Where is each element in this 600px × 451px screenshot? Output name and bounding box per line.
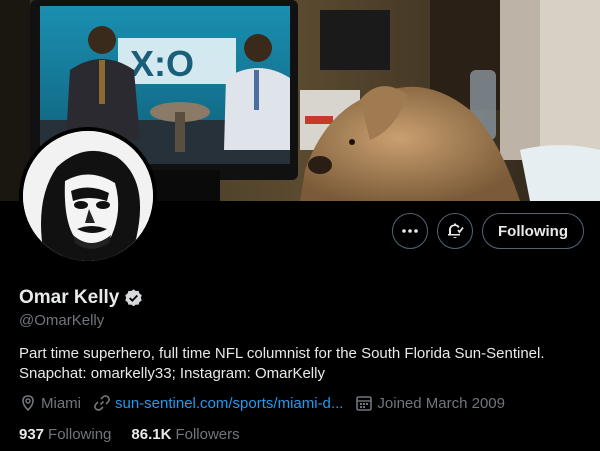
location-pin-icon [22, 395, 34, 412]
profile-meta: Miami sun-sentinel.com/sports/miami-d...… [19, 394, 517, 412]
joined-text: Joined March 2009 [377, 394, 505, 412]
bio-line: Part time superhero, full time NFL colum… [19, 345, 545, 362]
following-button[interactable]: Following [482, 213, 584, 249]
verified-badge-icon[interactable] [123, 288, 144, 309]
location-text: Miami [41, 394, 81, 412]
profile-handle: @OmarKelly [19, 312, 105, 329]
profile-name-row: Omar Kelly [19, 287, 144, 309]
bio-line: Snapchat: omarkelly33; Instagram: OmarKe… [19, 365, 325, 382]
followers-count-link[interactable]: 86.1K Followers [131, 426, 239, 443]
link-icon [94, 395, 110, 411]
following-label: Following [48, 426, 112, 443]
following-count-link[interactable]: 937 Following [19, 426, 111, 443]
tv-logo-text: X:O [130, 43, 194, 84]
website-item[interactable]: sun-sentinel.com/sports/miami-d... [93, 394, 343, 412]
follow-counts: 937 Following 86.1K Followers [19, 426, 260, 443]
avatar[interactable] [19, 127, 157, 265]
location-item: Miami [19, 394, 81, 412]
joined-item: Joined March 2009 [355, 394, 505, 412]
avatar-image [23, 131, 153, 261]
followers-label: Followers [175, 426, 240, 443]
calendar-icon [356, 396, 373, 411]
profile-bio: Part time superhero, full time NFL colum… [19, 344, 589, 384]
following-count: 937 [19, 426, 45, 443]
more-icon [402, 229, 418, 233]
followers-count: 86.1K [131, 426, 172, 443]
more-button[interactable] [392, 213, 428, 249]
website-link[interactable]: sun-sentinel.com/sports/miami-d... [115, 395, 343, 412]
notifications-button[interactable] [437, 213, 473, 249]
profile-name: Omar Kelly [19, 287, 120, 308]
bell-icon [448, 223, 464, 238]
